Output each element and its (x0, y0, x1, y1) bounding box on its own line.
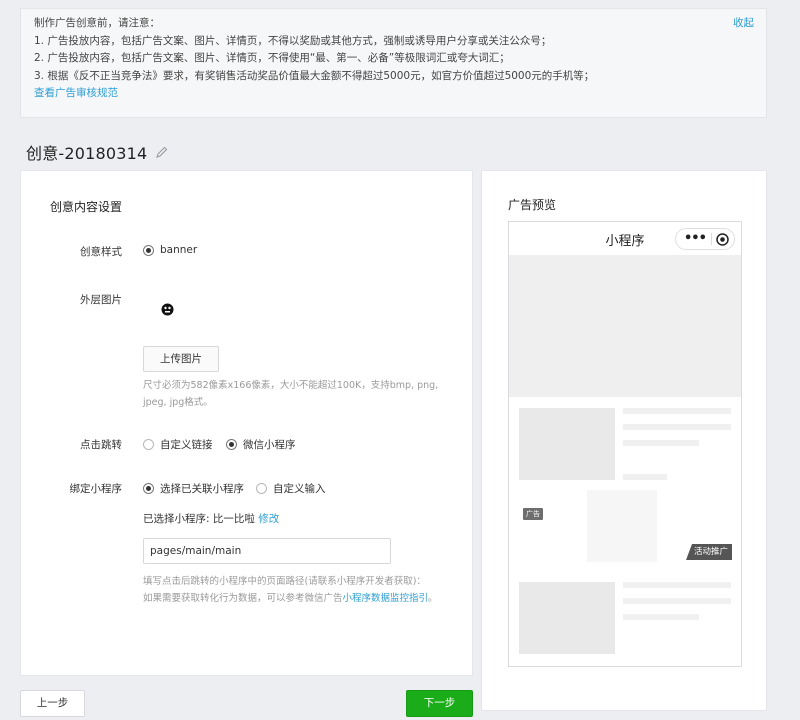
text-placeholder (623, 408, 731, 414)
radio-label: banner (160, 244, 198, 256)
content-placeholder (519, 408, 615, 480)
prev-step-button[interactable]: 上一步 (20, 690, 85, 717)
radio-checked-icon (226, 439, 237, 450)
section-title: 创意内容设置 (50, 200, 123, 214)
radio-checked-icon (143, 244, 154, 256)
more-icon: ••• (684, 231, 707, 246)
page-title: 创意-20180314 (26, 144, 148, 163)
capsule-divider (711, 233, 712, 245)
selected-mini-program: 已选择小程序: 比一比啦 修改 (143, 511, 279, 526)
review-rules-link[interactable]: 查看广告审核规范 (34, 85, 753, 103)
path-hint-line: 填写点击后跳转的小程序中的页面路径(请联系小程序开发者获取)： (143, 576, 426, 587)
radio-label: 自定义输入 (273, 483, 326, 495)
text-placeholder (623, 598, 731, 604)
page-title-row: 创意-20180314 (26, 140, 169, 164)
radio-label: 选择已关联小程序 (160, 483, 244, 495)
ad-preview-card: 广告预览 小程序 ••• 广告 活动推广 (481, 170, 767, 711)
promo-label: 活动推广 (686, 544, 732, 560)
notice-box: 制作广告创意前，请注意： 收起 1. 广告投放内容，包括广告文案、图片、详情页，… (20, 8, 767, 118)
bind-label: 绑定小程序 (69, 483, 123, 495)
upload-hint: 尺寸必须为582像素x166像素，大小不能超过100K，支持bmp, png, … (143, 377, 438, 411)
jump-radio-mini-program[interactable]: 微信小程序 (226, 437, 296, 452)
radio-label: 微信小程序 (243, 439, 296, 451)
radio-unchecked-icon (143, 439, 154, 450)
path-hint-text: 如果需要获取转化行为数据，可以参考微信广告 (143, 593, 343, 604)
jump-radio-custom-link[interactable]: 自定义链接 (143, 437, 213, 452)
jump-label: 点击跳转 (80, 439, 122, 451)
phone-preview: 小程序 ••• 广告 活动推广 (508, 221, 742, 667)
radio-unchecked-icon (256, 483, 267, 494)
notice-item: 2. 广告投放内容，包括广告文案、图片、详情页，不得使用“最、第一、必备”等极限… (34, 52, 510, 64)
close-target-icon (716, 233, 729, 246)
content-placeholder (519, 582, 615, 654)
text-placeholder (623, 440, 699, 446)
monitoring-guide-link[interactable]: 小程序数据监控指引 (343, 593, 429, 604)
pencil-icon[interactable] (155, 145, 169, 159)
upload-hint-line: jpeg, jpg格式。 (143, 397, 213, 408)
image-label: 外层图片 (80, 294, 122, 306)
path-hint: 填写点击后跳转的小程序中的页面路径(请联系小程序开发者获取)： 如果需要获取转化… (143, 573, 438, 607)
upload-image-button[interactable]: 上传图片 (143, 346, 219, 372)
notice-heading: 制作广告创意前，请注意： (34, 17, 160, 29)
ad-image-placeholder (587, 490, 657, 562)
notice-item: 3. 根据《反不正当竞争法》要求，有奖销售活动奖品价值最大金额不得超过5000元… (34, 69, 595, 82)
page-path-input[interactable] (143, 538, 391, 564)
ad-tag: 广告 (523, 508, 543, 520)
text-placeholder (623, 474, 667, 480)
banner-placeholder (509, 255, 741, 397)
radio-label: 自定义链接 (160, 439, 213, 451)
path-hint-line: 如果需要获取转化行为数据，可以参考微信广告小程序数据监控指引。 (143, 590, 438, 607)
bind-radio-custom-input[interactable]: 自定义输入 (256, 481, 326, 496)
next-step-button[interactable]: 下一步 (406, 690, 473, 717)
path-hint-text: 。 (428, 593, 438, 604)
edit-link[interactable]: 修改 (258, 513, 279, 525)
text-placeholder (623, 424, 731, 430)
preview-title: 广告预览 (508, 198, 557, 212)
bind-radio-linked[interactable]: 选择已关联小程序 (143, 481, 244, 496)
text-placeholder (623, 614, 699, 620)
capsule-menu: ••• (675, 228, 735, 250)
upload-hint-line: 尺寸必须为582像素x166像素，大小不能超过100K，支持bmp, png, (143, 380, 439, 391)
selected-text: 已选择小程序: 比一比啦 (143, 513, 255, 525)
radio-checked-icon (143, 483, 154, 494)
style-radio-banner[interactable]: banner (143, 244, 197, 256)
text-placeholder (623, 582, 731, 588)
style-label: 创意样式 (80, 246, 122, 258)
content-settings-card: 创意内容设置 创意样式 banner 外层图片 上传图片 尺寸必须为582像素x… (20, 170, 473, 676)
notice-item: 1. 广告投放内容，包括广告文案、图片、详情页，不得以奖励或其他方式，强制或诱导… (34, 34, 552, 47)
collapse-link[interactable]: 收起 (733, 15, 754, 33)
image-placeholder-icon (161, 303, 174, 316)
